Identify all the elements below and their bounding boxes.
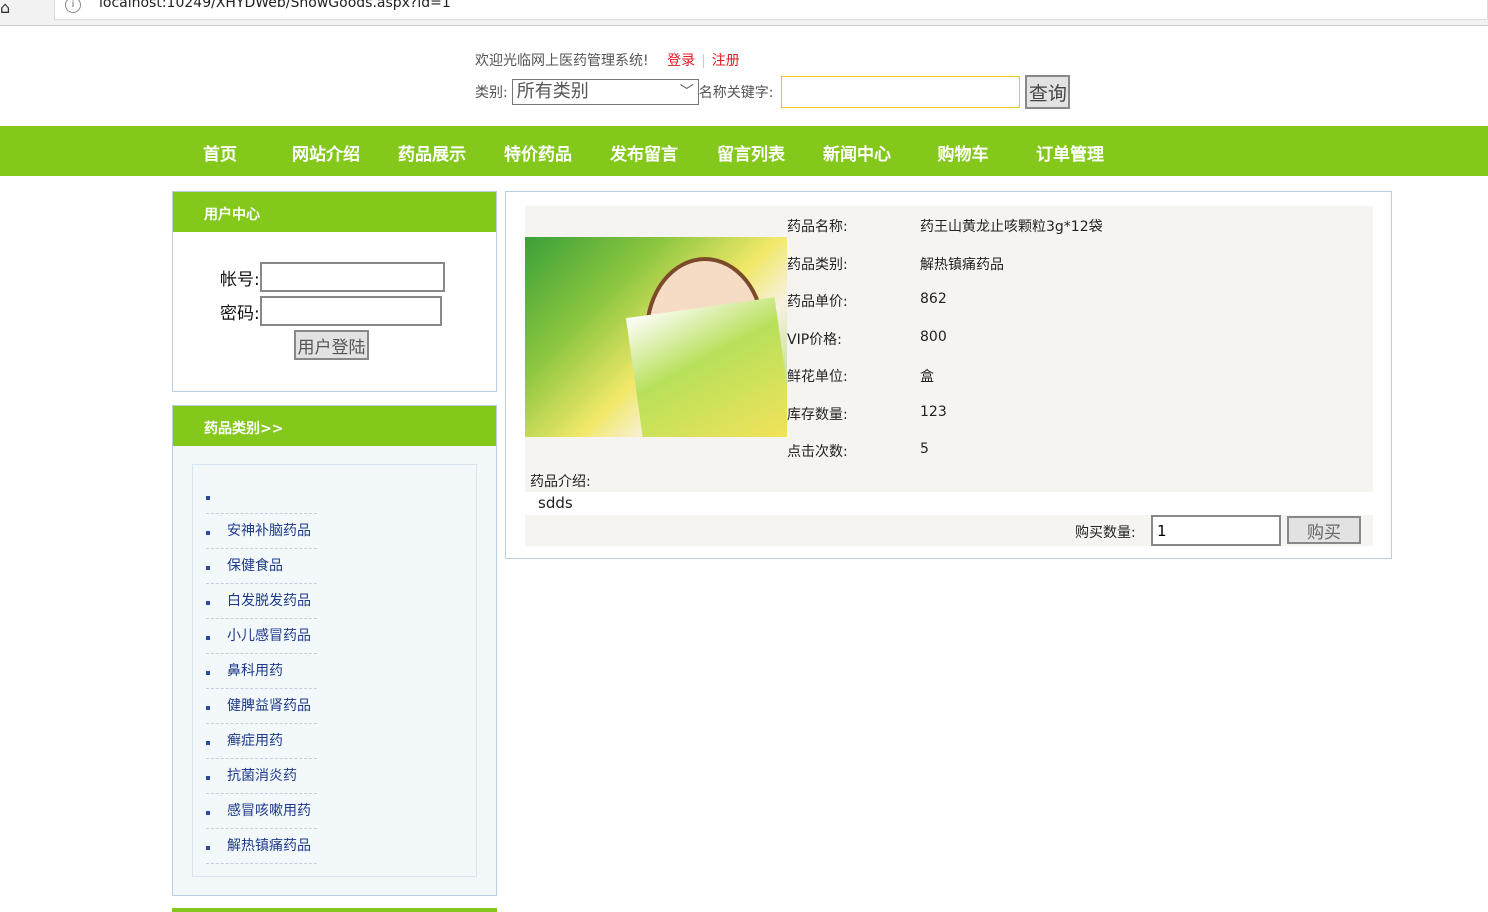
password-label: 密码: — [220, 303, 260, 324]
url-text: localhost:10249/XHYDWeb/ShowGoods.aspx?i… — [99, 0, 451, 11]
account-input[interactable] — [259, 262, 445, 292]
product-price: 862 — [920, 291, 947, 307]
quantity-input[interactable] — [1151, 515, 1281, 546]
category-item[interactable]: 白发脱发药品 — [206, 584, 317, 619]
nav-home[interactable]: 首页 — [203, 140, 237, 165]
category-select-value: 所有类别 — [516, 81, 589, 102]
field-label: 药品名称: — [787, 219, 848, 235]
field-label: 药品类别: — [787, 257, 848, 273]
category-panel: 药品类别>> 安神补脑药品 保健食品 白发脱发药品 小儿感冒药品 鼻科用药 健脾… — [172, 405, 497, 896]
product-stock: 123 — [920, 404, 947, 420]
category-title: 药品类别>> — [173, 406, 496, 446]
user-center-title: 用户中心 — [173, 192, 496, 232]
product-clicks: 5 — [920, 441, 929, 457]
quantity-label: 购买数量: — [1075, 525, 1136, 541]
category-item[interactable]: 感冒咳嗽用药 — [206, 794, 317, 829]
main-nav: 首页 网站介绍 药品展示 特价药品 发布留言 留言列表 新闻中心 购物车 订单管… — [0, 126, 1488, 176]
product-unit: 盒 — [920, 369, 934, 385]
nav-orders[interactable]: 订单管理 — [1036, 140, 1104, 165]
password-input[interactable] — [259, 296, 442, 326]
field-label: 点击次数: — [787, 444, 848, 460]
category-item[interactable]: 保健食品 — [206, 549, 317, 584]
nav-products[interactable]: 药品展示 — [398, 140, 466, 165]
login-link[interactable]: 登录 — [667, 53, 695, 69]
buy-button[interactable]: 购买 — [1287, 516, 1361, 544]
chevron-down-icon: ﹀ — [679, 84, 694, 100]
buy-bar: 购买数量: 购买 — [525, 515, 1373, 546]
account-label: 帐号: — [220, 269, 260, 290]
link-separator: | — [701, 53, 706, 69]
user-center-panel: 用户中心 帐号: 密码: 用户登陆 — [172, 191, 497, 392]
product-vip-price: 800 — [920, 329, 947, 345]
product-detail-panel: 药品名称: 药王山黄龙止咳颗粒3g*12袋 药品类别: 解热镇痛药品 药品单价: 86… — [505, 191, 1392, 559]
address-bar[interactable]: i localhost:10249/XHYDWeb/ShowGoods.aspx… — [54, 0, 1488, 20]
keyword-input[interactable] — [781, 76, 1021, 108]
nav-news[interactable]: 新闻中心 — [823, 140, 891, 165]
category-item[interactable]: 癣症用药 — [206, 724, 317, 759]
welcome-text: 欢迎光临网上医药管理系统! — [475, 53, 649, 69]
field-label: 药品单价: — [787, 294, 848, 310]
category-label: 类别: — [475, 85, 508, 101]
category-item[interactable]: 解热镇痛药品 — [206, 829, 317, 864]
category-item[interactable]: 小儿感冒药品 — [206, 619, 317, 654]
info-icon[interactable]: i — [65, 0, 81, 13]
product-name: 药王山黄龙止咳颗粒3g*12袋 — [920, 219, 1103, 235]
category-list: 安神补脑药品 保健食品 白发脱发药品 小儿感冒药品 鼻科用药 健脾益肾药品 癣症… — [192, 464, 477, 877]
welcome-bar: 欢迎光临网上医药管理系统! 登录 | 注册 — [475, 50, 740, 70]
category-item[interactable]: 抗菌消炎药 — [206, 759, 317, 794]
search-bar: 类别: 所有类别 ﹀ 名称关键字: 查询 — [475, 75, 1071, 109]
nav-message-list[interactable]: 留言列表 — [717, 140, 785, 165]
field-label: 鲜花单位: — [787, 369, 848, 385]
nav-cart[interactable]: 购物车 — [938, 140, 989, 165]
intro-label: 药品介绍: — [530, 474, 591, 490]
product-detail: 药品名称: 药王山黄龙止咳颗粒3g*12袋 药品类别: 解热镇痛药品 药品单价: 86… — [525, 206, 1373, 492]
category-item[interactable]: 健脾益肾药品 — [206, 689, 317, 724]
product-category: 解热镇痛药品 — [920, 257, 1004, 273]
nav-specials[interactable]: 特价药品 — [504, 140, 572, 165]
field-label: VIP价格: — [787, 332, 842, 348]
category-item[interactable] — [206, 479, 317, 514]
category-select[interactable]: 所有类别 ﹀ — [511, 79, 699, 105]
product-image — [525, 237, 787, 437]
product-intro: sdds — [538, 494, 573, 512]
category-item[interactable]: 安神补脑药品 — [206, 514, 317, 549]
category-item[interactable]: 鼻科用药 — [206, 654, 317, 689]
search-button[interactable]: 查询 — [1025, 75, 1071, 109]
field-label: 库存数量: — [787, 407, 848, 423]
home-icon[interactable]: ⌂ — [0, 0, 10, 17]
register-link[interactable]: 注册 — [712, 53, 740, 69]
nav-about[interactable]: 网站介绍 — [292, 140, 360, 165]
keyword-label: 名称关键字: — [698, 85, 774, 101]
nav-post-message[interactable]: 发布留言 — [610, 140, 678, 165]
browser-bar: ⌂ i localhost:10249/XHYDWeb/ShowGoods.as… — [0, 0, 1488, 26]
next-panel-header — [172, 908, 497, 912]
user-login-button[interactable]: 用户登陆 — [294, 330, 369, 360]
